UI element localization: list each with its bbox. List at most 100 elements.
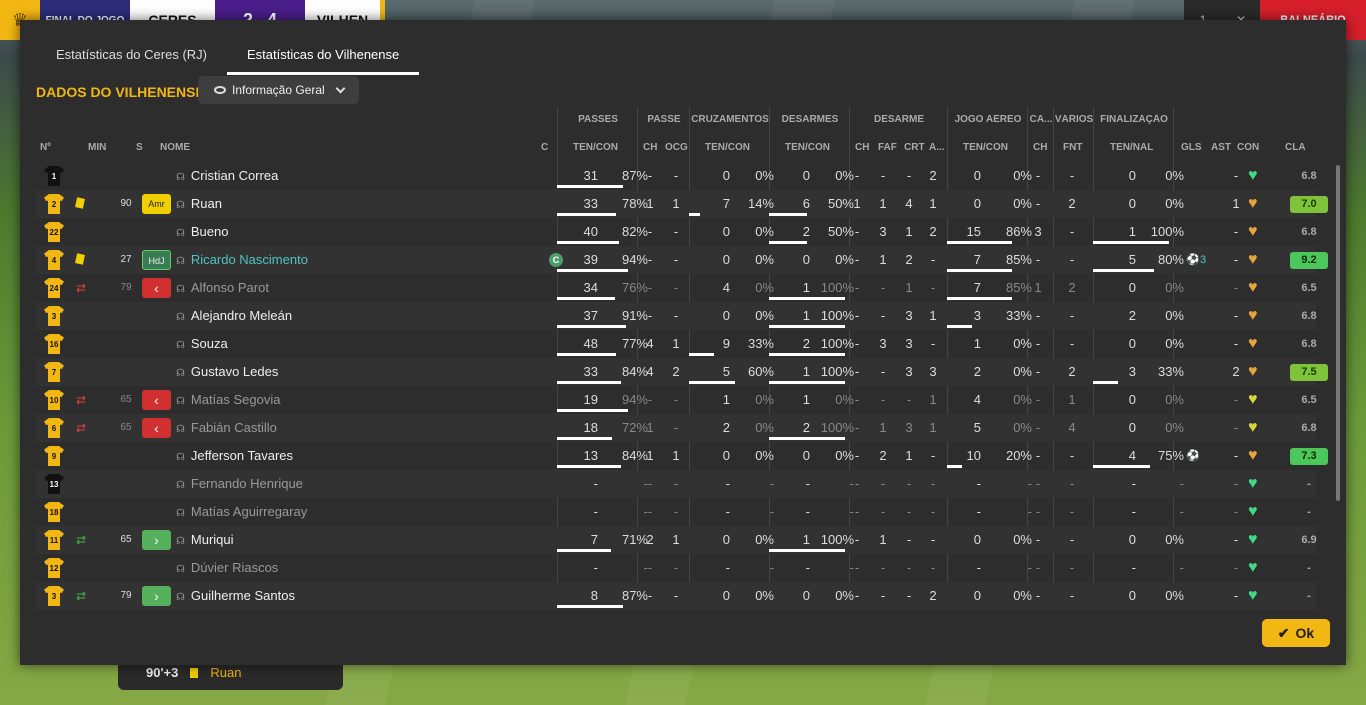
minutes: 65 bbox=[120, 422, 132, 433]
col-no[interactable]: Nº bbox=[40, 142, 51, 153]
table-row[interactable]: 4 27 HdJ ☊ Ricardo Nascimento C 39 94% - -0 0% 0 0% -… bbox=[36, 246, 1328, 274]
view-dropdown[interactable]: Informação Geral bbox=[198, 76, 359, 104]
condition-heart-icon: ♥ bbox=[1248, 167, 1258, 184]
col-fnt[interactable]: FNT bbox=[1063, 142, 1082, 153]
table-row[interactable]: 24 ⇄ 79 ‹ ☊ Alfonso Parot 34 76% - -4 0% 1 100% - -1-7… bbox=[36, 274, 1317, 302]
aerial-attempts: - bbox=[976, 476, 981, 491]
fouls: - bbox=[880, 476, 886, 491]
condition-heart-icon: ♥ bbox=[1248, 559, 1258, 576]
group-header-ca: CA... bbox=[1029, 114, 1053, 125]
person-icon: ☊ bbox=[176, 256, 185, 267]
player-name[interactable]: ☊ Matías Segovia bbox=[176, 386, 476, 414]
col-nome[interactable]: NOME bbox=[160, 142, 190, 153]
col-min[interactable]: MIN bbox=[88, 142, 106, 153]
table-row[interactable]: 10 ⇄ 65 ‹ ☊ Matías Segovia 19 94% - -1 0% 1 0% - - -1 4 0… bbox=[36, 386, 1317, 414]
col-d-a[interactable]: A... bbox=[929, 142, 945, 153]
scrollbar[interactable] bbox=[1336, 165, 1340, 501]
player-name[interactable]: ☊ Gustavo Ledes bbox=[176, 358, 476, 386]
col-c[interactable]: C bbox=[541, 142, 548, 153]
col-des-tencon[interactable]: TEN/CON bbox=[785, 142, 830, 153]
fnt: - bbox=[1069, 224, 1075, 239]
table-row[interactable]: 3 ⇄ 79 › ☊ Guilherme Santos 8 87% - -0 0% 0 0% - - -2 0 0… bbox=[36, 582, 1316, 610]
player-name[interactable]: ☊ Alfonso Parot bbox=[176, 274, 476, 302]
col-pass-ocg[interactable]: OCG bbox=[665, 142, 688, 153]
jersey-icon: 12 bbox=[44, 558, 64, 578]
aerial-pct: 0% bbox=[1013, 588, 1032, 603]
aerial-attempts: 5 bbox=[973, 420, 981, 435]
col-aereo-tencon[interactable]: TEN/CON bbox=[963, 142, 1008, 153]
col-pass-ch[interactable]: CH bbox=[643, 142, 657, 153]
table-row[interactable]: 1 ☊ Cristian Correa 31 87% - -0 0% 0 0% - - -2 0 0% - -0… bbox=[36, 162, 1317, 190]
clearances: - bbox=[906, 476, 912, 491]
player-name[interactable]: ☊ Souza bbox=[176, 330, 476, 358]
player-name-text: Bueno bbox=[190, 224, 229, 239]
tab-ceres-stats[interactable]: Estatísticas do Ceres (RJ) bbox=[36, 40, 227, 75]
pass-bar bbox=[557, 465, 621, 468]
event-time: 90'+3 bbox=[146, 665, 179, 680]
table-row[interactable]: 22 ☊ Bueno 40 82% - -0 0% 2 50% -3 1 2 15 86% 3-1 100% - ♥… bbox=[36, 218, 1317, 246]
player-name[interactable]: ☊ Ricardo Nascimento bbox=[176, 246, 476, 274]
clearances: 3 bbox=[905, 364, 913, 379]
shot-pct: 0% bbox=[1165, 336, 1184, 351]
player-name-text: Gustavo Ledes bbox=[190, 364, 279, 379]
tackle-attempts: 1 bbox=[802, 392, 810, 407]
table-row[interactable]: 18 ☊ Matías Aguirregaray - - - - - - - - - - - - - - - - - -… bbox=[36, 498, 1316, 526]
shot-attempts: 0 bbox=[1128, 280, 1136, 295]
col-fin-tennal[interactable]: TEN/NAL bbox=[1110, 142, 1153, 153]
table-row[interactable]: 13 ☊ Fernando Henrique - - - - - - - - - - - - - - - - - - - ♥… bbox=[36, 470, 1316, 498]
col-pass-tencon[interactable]: TEN/CON bbox=[573, 142, 618, 153]
table-row[interactable]: 3 ☊ Alejandro Meleán 37 91% - -0 0% 1 100% - -3 1 3 33… bbox=[36, 302, 1317, 330]
condition-heart-icon: ♥ bbox=[1248, 363, 1258, 380]
table-row[interactable]: 6 ⇄ 65 ‹ ☊ Fabián Castillo 18 72% 1-2 0% 2 100% -1 3 1… bbox=[36, 414, 1317, 442]
person-icon: ☊ bbox=[176, 480, 185, 491]
col-ca-ch[interactable]: CH bbox=[1033, 142, 1047, 153]
player-name[interactable]: ☊ Bueno bbox=[176, 218, 476, 246]
player-name[interactable]: ☊ Muriqui bbox=[176, 526, 476, 554]
ca-ch: - bbox=[1035, 364, 1041, 379]
col-d-crt[interactable]: CRT bbox=[904, 142, 925, 153]
table-row[interactable]: 12 ☊ Dúvier Riascos - - - - - - - - - - - - - - - - - - - ♥ - bbox=[36, 554, 1316, 582]
jersey-icon: 7 bbox=[44, 362, 64, 382]
table-row[interactable]: 9 ☊ Jefferson Tavares 13 84% 1 1 0 0% 0 0% -2 1-10 20… bbox=[36, 442, 1328, 470]
col-s[interactable]: S bbox=[136, 142, 143, 153]
player-name[interactable]: ☊ Ruan bbox=[176, 190, 476, 218]
table-row[interactable]: 2 90 Amr ☊ Ruan 33 78% 1 1 7 14% 6 50% 1 1 4 1 0 0% -2 0 0% 1 ♥… bbox=[36, 190, 1328, 218]
player-name[interactable]: ☊ Guilherme Santos bbox=[176, 582, 476, 610]
person-icon: ☊ bbox=[176, 452, 185, 463]
table-row[interactable]: 11 ⇄ 65 › ☊ Muriqui 7 71% 2 1 0 0% 1 100% -1- -0 0% - -0 0%… bbox=[36, 526, 1317, 554]
player-name[interactable]: ☊ Matías Aguirregaray bbox=[176, 498, 476, 526]
col-d-faf[interactable]: FAF bbox=[878, 142, 897, 153]
ca-ch: - bbox=[1035, 420, 1041, 435]
eye-icon bbox=[214, 86, 226, 94]
col-gls[interactable]: GLS bbox=[1181, 142, 1202, 153]
player-name[interactable]: ☊ Cristian Correa bbox=[176, 162, 476, 190]
col-con[interactable]: CON bbox=[1237, 142, 1259, 153]
player-name[interactable]: ☊ Alejandro Meleán bbox=[176, 302, 476, 330]
table-row[interactable]: 16 ☊ Souza 48 77% 4 1 9 33% 2 100% -3 3-1 0% - -0 0% - ♥ 6.… bbox=[36, 330, 1317, 358]
aerial-bar bbox=[947, 241, 1012, 244]
ok-button[interactable]: ✔ Ok bbox=[1262, 619, 1330, 647]
aerial-pct: 0% bbox=[1013, 168, 1032, 183]
fnt: 2 bbox=[1068, 280, 1076, 295]
shot-bar bbox=[1093, 241, 1169, 244]
col-ast[interactable]: AST bbox=[1211, 142, 1231, 153]
player-name[interactable]: ☊ Fernando Henrique bbox=[176, 470, 476, 498]
cross-attempts: 4 bbox=[722, 280, 730, 295]
aerial-bar bbox=[947, 465, 962, 468]
sub-out-badge: ‹ bbox=[142, 278, 171, 298]
aerial-pct: 0% bbox=[1013, 364, 1032, 379]
jersey-icon: 1 bbox=[44, 166, 64, 186]
player-name[interactable]: ☊ Fabián Castillo bbox=[176, 414, 476, 442]
tackle-ch: - bbox=[854, 364, 860, 379]
tackle-attempts: - bbox=[805, 504, 810, 519]
tab-vilhenense-stats[interactable]: Estatísticas do Vilhenense bbox=[227, 40, 420, 75]
table-row[interactable]: 7 ☊ Gustavo Ledes 33 84% 4 2 5 60% 1 100% - -3 3 2 0% -2… bbox=[36, 358, 1328, 386]
player-name[interactable]: ☊ Dúvier Riascos bbox=[176, 554, 476, 582]
col-cruz-tencon[interactable]: TEN/CON bbox=[705, 142, 750, 153]
pass-attempts: - bbox=[593, 476, 598, 491]
assists: - bbox=[1233, 392, 1239, 407]
tackle-a: 1 bbox=[929, 196, 937, 211]
col-cla[interactable]: CLA bbox=[1285, 142, 1306, 153]
col-d-ch[interactable]: CH bbox=[855, 142, 869, 153]
player-name[interactable]: ☊ Jefferson Tavares bbox=[176, 442, 476, 470]
